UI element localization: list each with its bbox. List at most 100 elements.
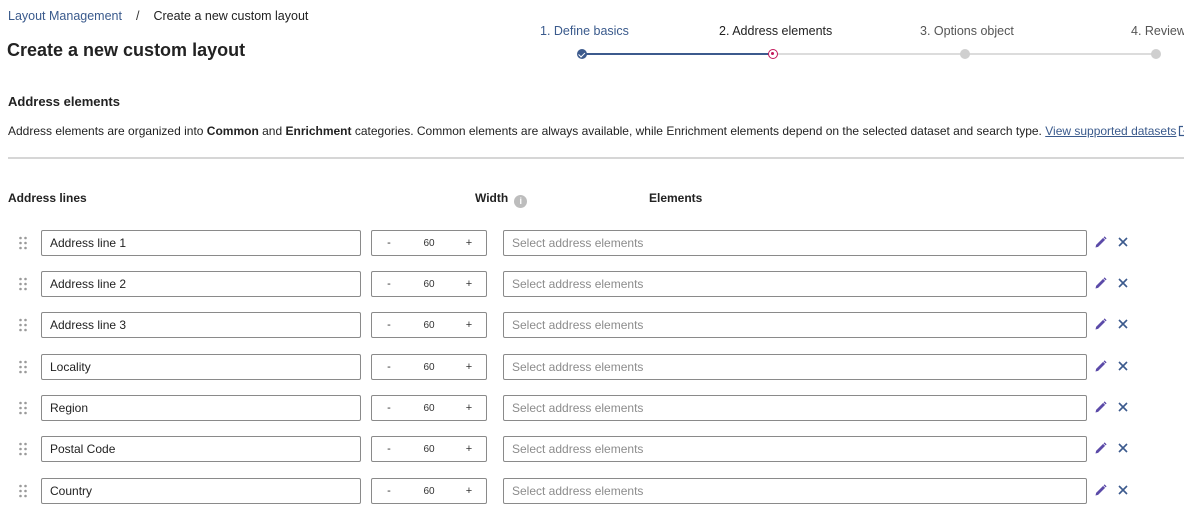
width-stepper: -60 +: [371, 354, 487, 380]
increment-width-button[interactable]: +: [452, 443, 486, 455]
width-value[interactable]: 60: [406, 403, 452, 414]
increment-width-button[interactable]: +: [452, 278, 486, 290]
address-line-name-input[interactable]: [41, 436, 361, 462]
width-value[interactable]: 60: [406, 320, 452, 331]
width-value[interactable]: 60: [406, 486, 452, 497]
decrement-width-button[interactable]: -: [372, 485, 406, 497]
address-line-name-input[interactable]: [41, 312, 361, 338]
drag-handle-icon[interactable]: [18, 318, 28, 332]
view-supported-datasets-link[interactable]: View supported datasets: [1045, 124, 1184, 138]
width-stepper: -60 +: [371, 230, 487, 256]
close-icon[interactable]: [1117, 441, 1129, 455]
decrement-width-button[interactable]: -: [372, 361, 406, 373]
width-value[interactable]: 60: [406, 444, 452, 455]
step-address-elements[interactable]: 2. Address elements: [719, 24, 832, 38]
address-elements-select[interactable]: [503, 395, 1087, 421]
decrement-width-button[interactable]: -: [372, 278, 406, 290]
width-value[interactable]: 60: [406, 362, 452, 373]
address-elements-select[interactable]: [503, 230, 1087, 256]
decrement-width-button[interactable]: -: [372, 443, 406, 455]
address-line-name-input[interactable]: [41, 230, 361, 256]
address-elements-select[interactable]: [503, 312, 1087, 338]
address-elements-select[interactable]: [503, 271, 1087, 297]
decrement-width-button[interactable]: -: [372, 319, 406, 331]
step-define-basics[interactable]: 1. Define basics: [540, 24, 629, 38]
width-stepper: -60 +: [371, 436, 487, 462]
step-options-object[interactable]: 3. Options object: [920, 24, 1014, 38]
address-line-row: -60+: [0, 354, 1184, 380]
step-label: 2. Address elements: [719, 24, 833, 38]
drag-handle-icon[interactable]: [18, 401, 28, 415]
decrement-width-button[interactable]: -: [372, 237, 406, 249]
description-text: Address elements are organized into: [8, 124, 207, 138]
edit-pencil-icon[interactable]: [1094, 442, 1107, 455]
step-done-check-icon: [577, 49, 587, 59]
drag-handle-icon[interactable]: [18, 277, 28, 291]
step-pending-icon: [1151, 49, 1161, 59]
close-icon[interactable]: [1117, 483, 1129, 497]
step-active-icon: [768, 49, 778, 59]
drag-handle-icon[interactable]: [18, 442, 28, 456]
close-icon[interactable]: [1117, 317, 1129, 331]
breadcrumb-link-layout-management[interactable]: Layout Management: [8, 9, 122, 23]
width-value[interactable]: 60: [406, 279, 452, 290]
section-title: Address elements: [8, 94, 120, 109]
increment-width-button[interactable]: +: [452, 402, 486, 414]
width-value[interactable]: 60: [406, 238, 452, 249]
link-label: View supported datasets: [1045, 124, 1177, 138]
column-header-width-label: Width: [475, 191, 509, 205]
address-line-row: -60+: [0, 395, 1184, 421]
width-stepper: -60 +: [371, 312, 487, 338]
stepper-track-completed: [582, 53, 773, 55]
column-header-elements: Elements: [649, 191, 703, 205]
description-text: categories. Common elements are always a…: [351, 124, 1046, 138]
increment-width-button[interactable]: +: [452, 237, 486, 249]
column-header-address-lines: Address lines: [8, 191, 87, 205]
decrement-width-button[interactable]: -: [372, 402, 406, 414]
external-link-icon: [1179, 125, 1184, 137]
step-label: 4. Review: [1131, 24, 1184, 38]
step-review[interactable]: 4. Review: [1131, 24, 1184, 38]
address-line-row: -60+: [0, 271, 1184, 297]
address-line-name-input[interactable]: [41, 354, 361, 380]
breadcrumb-current: Create a new custom layout: [153, 9, 309, 23]
increment-width-button[interactable]: +: [452, 319, 486, 331]
address-line-row: -60+: [0, 230, 1184, 256]
info-icon[interactable]: i: [514, 195, 528, 208]
close-icon[interactable]: [1117, 235, 1129, 249]
address-line-row: -60+: [0, 436, 1184, 462]
edit-pencil-icon[interactable]: [1094, 401, 1107, 414]
address-line-name-input[interactable]: [41, 271, 361, 297]
step-label: 1. Define basics: [540, 24, 629, 38]
breadcrumb-separator: /: [135, 9, 140, 23]
width-stepper: -60 +: [371, 271, 487, 297]
close-icon[interactable]: [1117, 400, 1129, 414]
address-line-name-input[interactable]: [41, 395, 361, 421]
drag-handle-icon[interactable]: [18, 360, 28, 374]
step-pending-icon: [960, 49, 970, 59]
increment-width-button[interactable]: +: [452, 485, 486, 497]
edit-pencil-icon[interactable]: [1094, 277, 1107, 290]
edit-pencil-icon[interactable]: [1094, 360, 1107, 373]
width-stepper: -60 +: [371, 478, 487, 504]
address-elements-select[interactable]: [503, 478, 1087, 504]
progress-stepper: 1. Define basics 2. Address elements 3. …: [540, 24, 1184, 64]
width-stepper: -60 +: [371, 395, 487, 421]
column-header-width: Width i: [475, 191, 528, 208]
step-label: 3. Options object: [920, 24, 1014, 38]
increment-width-button[interactable]: +: [452, 361, 486, 373]
description-text: and: [258, 124, 286, 138]
section-divider: [8, 157, 1184, 159]
edit-pencil-icon[interactable]: [1094, 484, 1107, 497]
page-title: Create a new custom layout: [7, 40, 246, 60]
drag-handle-icon[interactable]: [18, 484, 28, 498]
close-icon[interactable]: [1117, 276, 1129, 290]
edit-pencil-icon[interactable]: [1094, 236, 1107, 249]
address-line-name-input[interactable]: [41, 478, 361, 504]
address-elements-select[interactable]: [503, 436, 1087, 462]
address-line-row: -60+: [0, 312, 1184, 338]
drag-handle-icon[interactable]: [18, 236, 28, 250]
close-icon[interactable]: [1117, 359, 1129, 373]
edit-pencil-icon[interactable]: [1094, 318, 1107, 331]
address-elements-select[interactable]: [503, 354, 1087, 380]
